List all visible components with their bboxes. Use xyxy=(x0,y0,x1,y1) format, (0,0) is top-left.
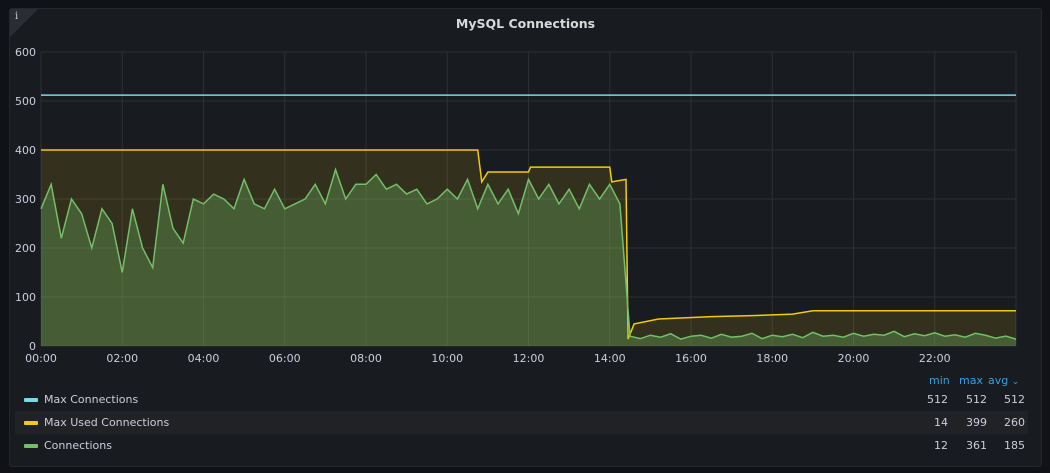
legend-name[interactable]: Max Used Connections xyxy=(44,411,169,434)
x-tick-label: 22:00 xyxy=(919,352,951,365)
y-tick-label: 400 xyxy=(15,144,36,157)
x-tick-label: 02:00 xyxy=(106,352,138,365)
legend-swatch xyxy=(24,398,38,402)
x-tick-label: 12:00 xyxy=(513,352,545,365)
legend-max: 399 xyxy=(966,416,987,429)
x-tick-label: 18:00 xyxy=(756,352,788,365)
y-tick-label: 300 xyxy=(15,193,36,206)
avg-label: avg xyxy=(988,374,1009,387)
chevron-down-icon: ⌄ xyxy=(1011,377,1020,387)
legend-min: 14 xyxy=(934,416,948,429)
legend-max: 512 xyxy=(966,393,987,406)
legend-max: 361 xyxy=(966,439,987,452)
legend-avg: 185 xyxy=(1004,439,1025,452)
x-tick-label: 10:00 xyxy=(431,352,463,365)
legend-name[interactable]: Max Connections xyxy=(44,388,138,411)
legend-item[interactable]: Connections 12 361 185 xyxy=(15,434,1028,457)
x-tick-label: 00:00 xyxy=(25,352,57,365)
x-tick-label: 14:00 xyxy=(594,352,626,365)
y-tick-label: 600 xyxy=(15,46,36,59)
x-tick-label: 04:00 xyxy=(188,352,220,365)
x-tick-label: 06:00 xyxy=(269,352,301,365)
legend-header-min[interactable]: min xyxy=(929,374,950,387)
x-tick-label: 20:00 xyxy=(838,352,870,365)
legend-item[interactable]: Max Connections 512 512 512 xyxy=(15,388,1028,411)
legend-header-max[interactable]: max xyxy=(959,374,983,387)
legend-avg: 512 xyxy=(1004,393,1025,406)
legend-min: 512 xyxy=(927,393,948,406)
legend-name[interactable]: Connections xyxy=(44,434,112,457)
legend-avg: 260 xyxy=(1004,416,1025,429)
legend-swatch xyxy=(24,421,38,425)
y-tick-label: 500 xyxy=(15,95,36,108)
y-tick-label: 100 xyxy=(15,291,36,304)
legend-swatch xyxy=(24,444,38,448)
x-tick-label: 16:00 xyxy=(675,352,707,365)
legend-header-avg[interactable]: avg ⌄ xyxy=(988,374,1019,387)
legend-item[interactable]: Max Used Connections 14 399 260 xyxy=(15,411,1028,434)
x-tick-label: 08:00 xyxy=(350,352,382,365)
y-tick-label: 200 xyxy=(15,242,36,255)
legend-min: 12 xyxy=(934,439,948,452)
